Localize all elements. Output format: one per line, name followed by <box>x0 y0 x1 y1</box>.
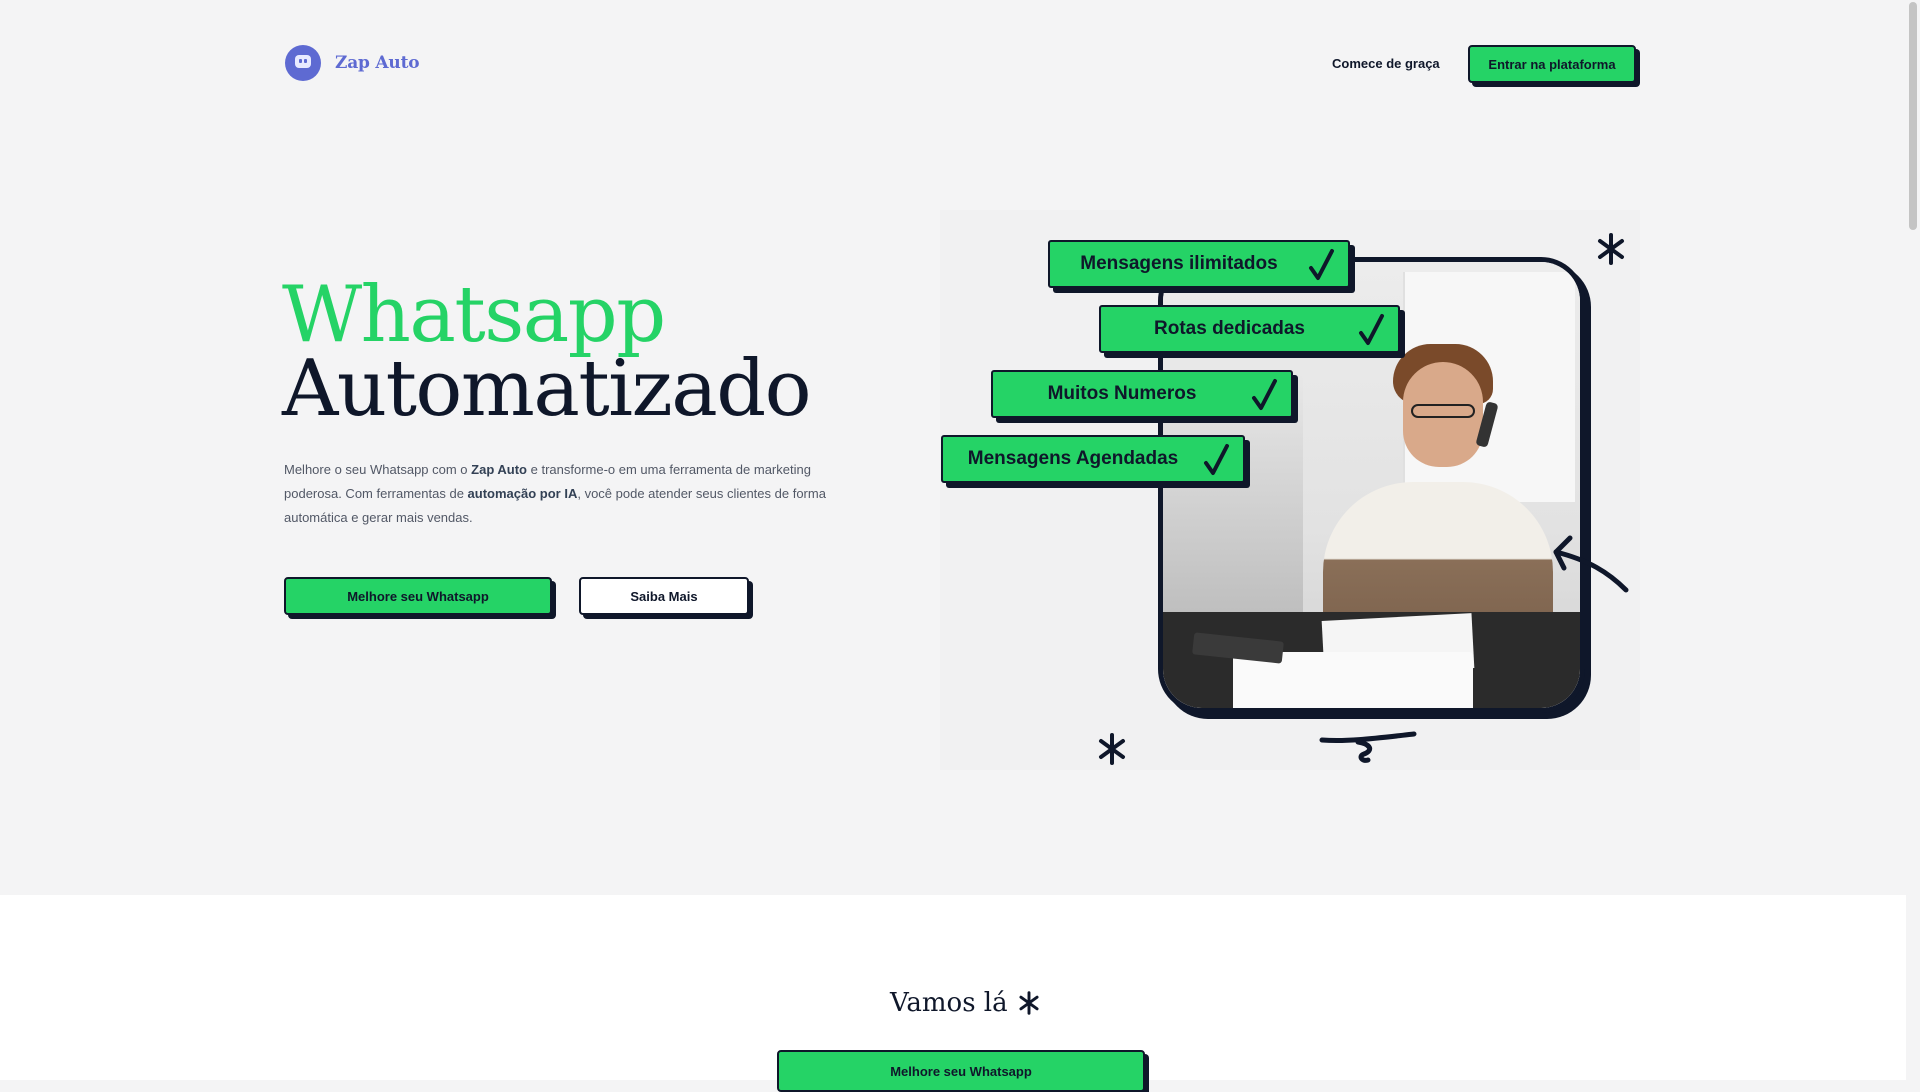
hero-description: Melhore o seu Whatsapp com o Zap Auto e … <box>284 458 844 530</box>
lets-go-heading: Vamos lá <box>890 988 1040 1018</box>
check-icon <box>1309 249 1334 280</box>
asterisk-icon <box>1019 991 1039 1015</box>
asterisk-icon <box>1099 733 1125 765</box>
arrow-icon <box>1553 535 1629 593</box>
asterisk-icon <box>1598 233 1624 265</box>
hero-title-line1: Whatsapp <box>282 270 666 360</box>
improve-whatsapp-button-bottom[interactable]: Melhore seu Whatsapp <box>777 1050 1145 1092</box>
start-free-link[interactable]: Comece de graça <box>1332 56 1440 71</box>
feature-pill: Mensagens ilimitados <box>1048 240 1350 288</box>
feature-label: Rotas dedicadas <box>1154 318 1305 339</box>
scroll-thumb[interactable] <box>1909 2 1917 230</box>
feature-label: Mensagens Agendadas <box>967 448 1179 469</box>
feature-pill: Rotas dedicadas <box>1099 305 1400 353</box>
hero-title: Whatsapp Automatizado <box>282 270 812 434</box>
page-scrollbar[interactable] <box>1906 0 1920 1080</box>
feature-pill: Muitos Numeros <box>991 370 1293 418</box>
feature-pill: Mensagens Agendadas <box>941 435 1245 483</box>
feature-label: Muitos Numeros <box>1047 383 1197 404</box>
squiggle-icon <box>1319 731 1417 763</box>
lets-go-text: Vamos lá <box>890 988 1008 1018</box>
logo-text: Zap Auto <box>335 53 420 73</box>
desc-part: Melhore o seu Whatsapp com o <box>284 462 472 477</box>
check-icon <box>1252 379 1277 410</box>
robot-chat-icon <box>285 45 321 82</box>
hero-title-line2: Automatizado <box>282 344 812 434</box>
desc-bold: Zap Auto <box>471 462 527 477</box>
improve-whatsapp-button[interactable]: Melhore seu Whatsapp <box>284 577 552 615</box>
check-icon <box>1359 314 1384 345</box>
learn-more-button[interactable]: Saiba Mais <box>579 577 749 615</box>
enter-platform-button[interactable]: Entrar na plataforma <box>1468 45 1636 83</box>
check-icon <box>1204 444 1229 475</box>
desc-bold: automação por IA <box>467 486 578 501</box>
logo-link[interactable]: Zap Auto <box>285 45 420 82</box>
feature-label: Mensagens ilimitados <box>1080 253 1278 274</box>
